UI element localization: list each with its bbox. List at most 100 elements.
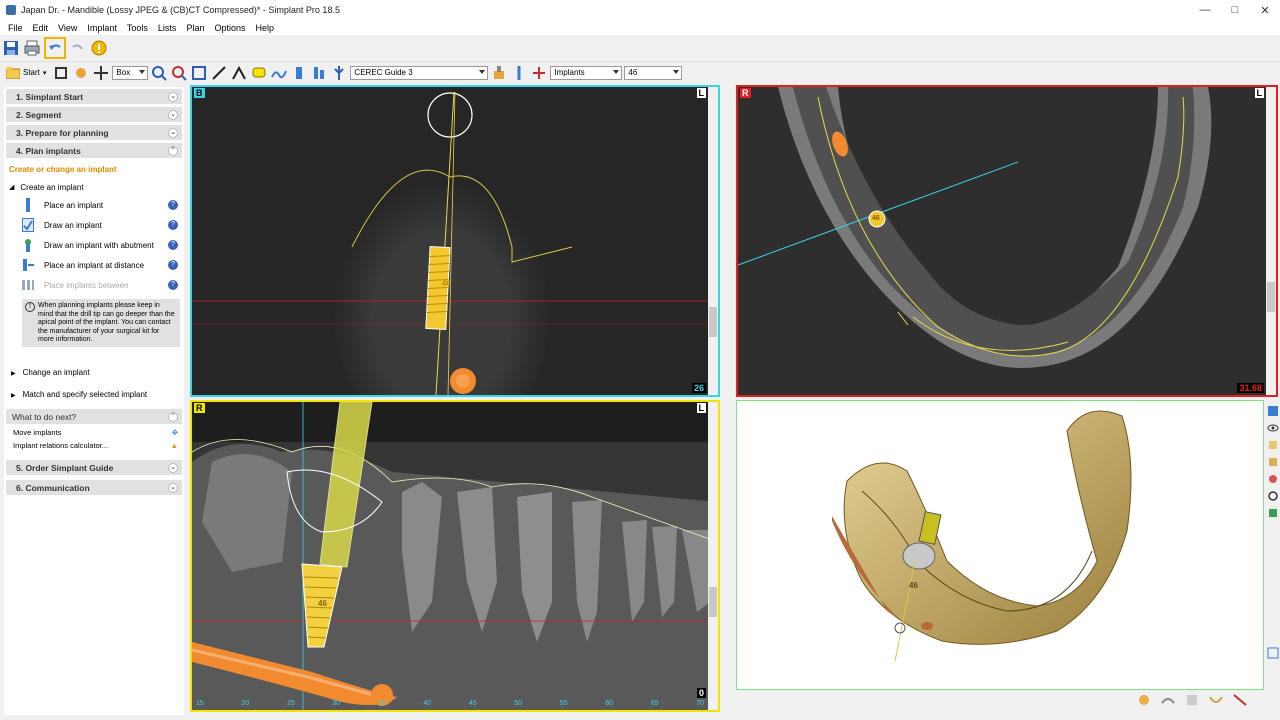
jaw-icon[interactable] [1266, 455, 1280, 469]
view-scrollbar[interactable] [1266, 87, 1276, 395]
section-prepare[interactable]: 3. Prepare for planning ⌄ [6, 125, 182, 141]
help-icon[interactable]: ? [168, 200, 178, 210]
nerve-view-icon[interactable] [1159, 691, 1177, 709]
ruler-tick: 25 [286, 700, 295, 707]
help-icon[interactable]: ? [168, 220, 178, 230]
view-scrollbar[interactable] [708, 402, 718, 710]
paint-icon[interactable] [72, 64, 90, 82]
3d-tool-icon[interactable] [1266, 404, 1280, 418]
panoramic-view[interactable]: R L 46 0 15 20 25 30 35 40 45 50 55 60 6… [190, 400, 720, 712]
next-header-label: What to do next? [12, 411, 77, 422]
start-button[interactable]: Start ▾ [2, 65, 50, 81]
ruler-tick: 60 [605, 700, 614, 707]
cross-section-view[interactable]: B L 46 26 [190, 85, 720, 397]
eye-icon[interactable] [1266, 421, 1280, 435]
match-label: Match and specify selected implant [22, 390, 148, 399]
fit-icon[interactable] [190, 64, 208, 82]
menu-plan[interactable]: Plan [181, 23, 209, 33]
section-label: 2. Segment [16, 109, 62, 120]
place-distance-icon [22, 258, 34, 272]
match-implant-link[interactable]: ▶ Match and specify selected implant [4, 377, 184, 399]
active-link[interactable]: Create or change an implant [4, 159, 184, 177]
3d-view[interactable]: 46 [736, 400, 1264, 690]
guide-select[interactable]: CEREC Guide 3 [350, 65, 489, 80]
section-label: 1. Simplant Start [16, 91, 84, 102]
ruler-tick: 70 [696, 700, 704, 707]
redo-icon[interactable] [69, 39, 87, 57]
profile-icon[interactable] [270, 64, 288, 82]
implant-type-value: Implants [554, 68, 585, 77]
relations-calculator-link[interactable]: Implant relations calculator... ▲ [4, 441, 184, 454]
nerve-icon[interactable] [530, 64, 548, 82]
axial-view[interactable]: R L 46 31.68 [736, 85, 1278, 397]
nerve-icon[interactable] [1266, 472, 1280, 486]
help-icon[interactable]: ? [168, 260, 178, 270]
save-icon[interactable] [2, 39, 20, 57]
drill-note: ! When planning implants please keep in … [22, 299, 180, 347]
jaw-view-icon[interactable] [1207, 691, 1225, 709]
maximize-button[interactable]: □ [1220, 0, 1250, 20]
zoom-in-icon[interactable] [150, 64, 168, 82]
print-icon[interactable] [23, 39, 41, 57]
note-text: When planning implants please keep in mi… [38, 302, 175, 344]
implant-view-icon[interactable] [1135, 691, 1153, 709]
implant-number-label: 46 [872, 215, 880, 222]
place-implant-distance-item[interactable]: Place an implant at distance? [4, 255, 184, 275]
section-plan-implants[interactable]: 4. Plan implants ⌃ [6, 143, 182, 159]
panoramic-image [192, 402, 718, 710]
next-header[interactable]: What to do next? ⌃ [6, 409, 182, 425]
menu-view[interactable]: View [53, 23, 82, 33]
implant-type-select[interactable]: Implants [550, 65, 623, 80]
view-scrollbar[interactable] [708, 87, 718, 395]
menu-tools[interactable]: Tools [122, 23, 153, 33]
view-corner-label: R [740, 88, 751, 98]
box-select[interactable]: Box [112, 65, 149, 80]
guide-icon[interactable] [330, 64, 348, 82]
zoom-out-icon[interactable] [170, 64, 188, 82]
section-segment[interactable]: 2. Segment ⌄ [6, 107, 182, 123]
tooth-view-icon[interactable] [1183, 691, 1201, 709]
undo-icon[interactable] [44, 37, 66, 59]
measure-line-icon[interactable] [210, 64, 228, 82]
annotation-icon[interactable] [250, 64, 268, 82]
menu-implant[interactable]: Implant [82, 23, 122, 33]
section-communication[interactable]: 6. Communication ⌄ [6, 480, 182, 496]
menu-lists[interactable]: Lists [153, 23, 182, 33]
help-icon[interactable]: ? [168, 280, 178, 290]
draw-implant-item[interactable]: Draw an implant? [4, 215, 184, 235]
ruler-tick: 35 [377, 700, 386, 707]
section-order-guide[interactable]: 5. Order Simplant Guide ⌄ [6, 460, 182, 476]
sync-icon[interactable] [1266, 646, 1280, 660]
section-simplant-start[interactable]: 1. Simplant Start ⌄ [6, 89, 182, 105]
tooth-icon[interactable] [1266, 438, 1280, 452]
close-button[interactable]: ✕ [1250, 0, 1280, 20]
rotate-icon[interactable] [1266, 489, 1280, 503]
drill-icon[interactable] [510, 64, 528, 82]
item-label: Place an implant [44, 200, 104, 210]
measure-angle-icon[interactable] [230, 64, 248, 82]
menu-options[interactable]: Options [209, 23, 250, 33]
move-icon[interactable] [92, 64, 110, 82]
layer-icon[interactable] [1266, 506, 1280, 520]
implant-number-select[interactable]: 46 [624, 65, 683, 80]
create-implant-header[interactable]: ◢ Create an implant [4, 177, 184, 195]
draw-implant-abutment-item[interactable]: Draw an implant with abutment? [4, 235, 184, 255]
minimize-button[interactable]: — [1190, 0, 1220, 20]
help-icon[interactable]: ? [168, 240, 178, 250]
sleeve-icon[interactable] [490, 64, 508, 82]
crop-icon[interactable] [52, 64, 70, 82]
3d-model-image [832, 410, 1132, 662]
change-implant-link[interactable]: ▶ Change an implant [4, 355, 184, 377]
menu-file[interactable]: File [3, 23, 28, 33]
implant-tool2-icon[interactable] [310, 64, 328, 82]
change-label: Change an implant [22, 368, 90, 377]
menu-help[interactable]: Help [250, 23, 279, 33]
place-implant-item[interactable]: Place an implant? [4, 195, 184, 215]
place-implants-between-item[interactable]: Place implants between? [4, 275, 184, 295]
move-implants-link[interactable]: Move implants ✥ [4, 428, 184, 441]
implant-tool-icon[interactable] [290, 64, 308, 82]
info-icon[interactable] [90, 39, 108, 57]
item-label: Draw an implant [44, 220, 102, 230]
line-view-icon[interactable] [1231, 691, 1249, 709]
menu-edit[interactable]: Edit [28, 23, 54, 33]
